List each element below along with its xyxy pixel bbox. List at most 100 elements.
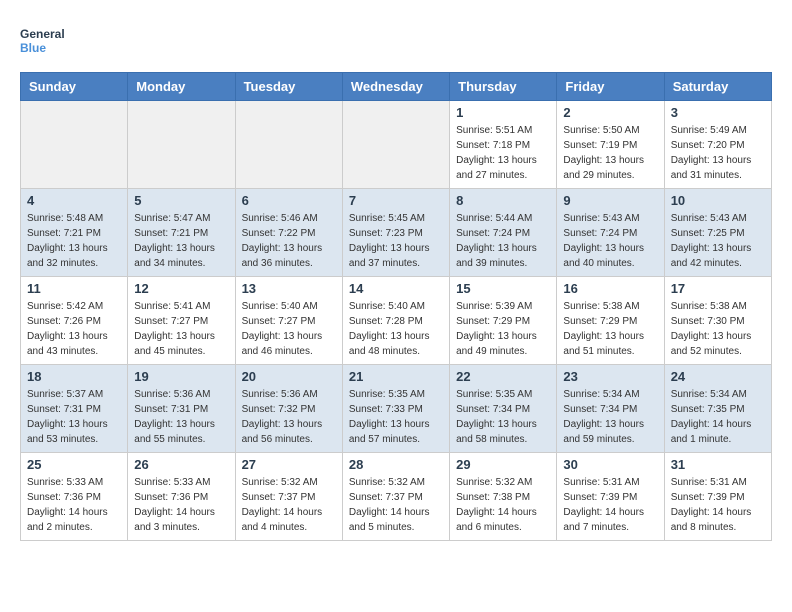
logo-graphic: General Blue <box>20 20 70 62</box>
day-cell: 25Sunrise: 5:33 AM Sunset: 7:36 PM Dayli… <box>21 453 128 541</box>
day-cell: 17Sunrise: 5:38 AM Sunset: 7:30 PM Dayli… <box>664 277 771 365</box>
day-number: 27 <box>242 457 336 472</box>
header-cell-wednesday: Wednesday <box>342 73 449 101</box>
day-info: Sunrise: 5:33 AM Sunset: 7:36 PM Dayligh… <box>134 475 228 535</box>
day-cell: 13Sunrise: 5:40 AM Sunset: 7:27 PM Dayli… <box>235 277 342 365</box>
day-number: 12 <box>134 281 228 296</box>
day-number: 18 <box>27 369 121 384</box>
day-cell: 23Sunrise: 5:34 AM Sunset: 7:34 PM Dayli… <box>557 365 664 453</box>
day-info: Sunrise: 5:38 AM Sunset: 7:29 PM Dayligh… <box>563 299 657 359</box>
day-info: Sunrise: 5:46 AM Sunset: 7:22 PM Dayligh… <box>242 211 336 271</box>
header-cell-saturday: Saturday <box>664 73 771 101</box>
day-info: Sunrise: 5:48 AM Sunset: 7:21 PM Dayligh… <box>27 211 121 271</box>
day-cell: 5 Sunrise: 5:47 AM Sunset: 7:21 PM Daylig… <box>128 189 235 277</box>
svg-text:Blue: Blue <box>20 41 46 55</box>
day-info: Sunrise: 5:36 AM Sunset: 7:32 PM Dayligh… <box>242 387 336 447</box>
day-number: 23 <box>563 369 657 384</box>
day-cell: 31Sunrise: 5:31 AM Sunset: 7:39 PM Dayli… <box>664 453 771 541</box>
day-cell <box>128 101 235 189</box>
day-cell: 16Sunrise: 5:38 AM Sunset: 7:29 PM Dayli… <box>557 277 664 365</box>
header-cell-tuesday: Tuesday <box>235 73 342 101</box>
day-cell: 7Sunrise: 5:45 AM Sunset: 7:23 PM Daylig… <box>342 189 449 277</box>
day-info: Sunrise: 5:35 AM Sunset: 7:34 PM Dayligh… <box>456 387 550 447</box>
day-number: 25 <box>27 457 121 472</box>
day-info: Sunrise: 5:49 AM Sunset: 7:20 PM Dayligh… <box>671 123 765 183</box>
day-info: Sunrise: 5:51 AM Sunset: 7:18 PM Dayligh… <box>456 123 550 183</box>
svg-text:General: General <box>20 27 65 41</box>
header-cell-friday: Friday <box>557 73 664 101</box>
day-cell: 3 Sunrise: 5:49 AM Sunset: 7:20 PM Daylig… <box>664 101 771 189</box>
day-cell: 27 Sunrise: 5:32 AM Sunset: 7:37 PM Dayli… <box>235 453 342 541</box>
day-info: Sunrise: 5:37 AM Sunset: 7:31 PM Dayligh… <box>27 387 121 447</box>
day-cell: 22 Sunrise: 5:35 AM Sunset: 7:34 PM Dayli… <box>450 365 557 453</box>
header-cell-monday: Monday <box>128 73 235 101</box>
day-info: Sunrise: 5:43 AM Sunset: 7:25 PM Dayligh… <box>671 211 765 271</box>
calendar-table: SundayMondayTuesdayWednesdayThursdayFrid… <box>20 72 772 541</box>
day-number: 14 <box>349 281 443 296</box>
day-cell: 14 Sunrise: 5:40 AM Sunset: 7:28 PM Dayli… <box>342 277 449 365</box>
day-number: 29 <box>456 457 550 472</box>
day-info: Sunrise: 5:34 AM Sunset: 7:35 PM Dayligh… <box>671 387 765 447</box>
day-number: 9 <box>563 193 657 208</box>
day-number: 22 <box>456 369 550 384</box>
day-number: 24 <box>671 369 765 384</box>
day-cell: 4 Sunrise: 5:48 AM Sunset: 7:21 PM Daylig… <box>21 189 128 277</box>
day-info: Sunrise: 5:31 AM Sunset: 7:39 PM Dayligh… <box>563 475 657 535</box>
logo-svg: General Blue <box>20 20 70 62</box>
day-cell: 15 Sunrise: 5:39 AM Sunset: 7:29 PM Dayli… <box>450 277 557 365</box>
day-number: 13 <box>242 281 336 296</box>
day-cell: 18 Sunrise: 5:37 AM Sunset: 7:31 PM Dayli… <box>21 365 128 453</box>
week-row-5: 25 Sunrise: 5:33 AM Sunset: 7:36 PM Dayli… <box>21 453 772 541</box>
day-cell: 9 Sunrise: 5:43 AM Sunset: 7:24 PM Daylig… <box>557 189 664 277</box>
day-number: 11 <box>27 281 121 296</box>
day-info: Sunrise: 5:32 AM Sunset: 7:37 PM Dayligh… <box>349 475 443 535</box>
day-number: 30 <box>563 457 657 472</box>
day-number: 3 <box>671 105 765 120</box>
day-info: Sunrise: 5:35 AM Sunset: 7:33 PM Dayligh… <box>349 387 443 447</box>
day-cell: 6Sunrise: 5:46 AM Sunset: 7:22 PM Daylig… <box>235 189 342 277</box>
day-cell: 29 Sunrise: 5:32 AM Sunset: 7:38 PM Dayli… <box>450 453 557 541</box>
day-cell: 19 Sunrise: 5:36 AM Sunset: 7:31 PM Dayli… <box>128 365 235 453</box>
day-info: Sunrise: 5:36 AM Sunset: 7:31 PM Dayligh… <box>134 387 228 447</box>
day-cell: 28Sunrise: 5:32 AM Sunset: 7:37 PM Dayli… <box>342 453 449 541</box>
day-cell: 30 Sunrise: 5:31 AM Sunset: 7:39 PM Dayli… <box>557 453 664 541</box>
day-number: 26 <box>134 457 228 472</box>
day-number: 1 <box>456 105 550 120</box>
day-info: Sunrise: 5:47 AM Sunset: 7:21 PM Dayligh… <box>134 211 228 271</box>
day-info: Sunrise: 5:42 AM Sunset: 7:26 PM Dayligh… <box>27 299 121 359</box>
logo: General Blue <box>20 20 70 62</box>
header-cell-sunday: Sunday <box>21 73 128 101</box>
day-number: 4 <box>27 193 121 208</box>
day-cell: 2 Sunrise: 5:50 AM Sunset: 7:19 PM Daylig… <box>557 101 664 189</box>
day-number: 2 <box>563 105 657 120</box>
day-cell: 21 Sunrise: 5:35 AM Sunset: 7:33 PM Dayli… <box>342 365 449 453</box>
day-number: 19 <box>134 369 228 384</box>
day-number: 20 <box>242 369 336 384</box>
day-info: Sunrise: 5:39 AM Sunset: 7:29 PM Dayligh… <box>456 299 550 359</box>
day-info: Sunrise: 5:32 AM Sunset: 7:38 PM Dayligh… <box>456 475 550 535</box>
header-row: SundayMondayTuesdayWednesdayThursdayFrid… <box>21 73 772 101</box>
day-number: 21 <box>349 369 443 384</box>
header-cell-thursday: Thursday <box>450 73 557 101</box>
day-cell <box>21 101 128 189</box>
day-cell: 12 Sunrise: 5:41 AM Sunset: 7:27 PM Dayli… <box>128 277 235 365</box>
day-number: 17 <box>671 281 765 296</box>
day-info: Sunrise: 5:40 AM Sunset: 7:28 PM Dayligh… <box>349 299 443 359</box>
week-row-2: 4 Sunrise: 5:48 AM Sunset: 7:21 PM Daylig… <box>21 189 772 277</box>
page-header: General Blue <box>20 20 772 62</box>
day-number: 15 <box>456 281 550 296</box>
day-number: 8 <box>456 193 550 208</box>
day-info: Sunrise: 5:43 AM Sunset: 7:24 PM Dayligh… <box>563 211 657 271</box>
day-cell <box>342 101 449 189</box>
day-info: Sunrise: 5:32 AM Sunset: 7:37 PM Dayligh… <box>242 475 336 535</box>
week-row-4: 18 Sunrise: 5:37 AM Sunset: 7:31 PM Dayli… <box>21 365 772 453</box>
day-cell: 24 Sunrise: 5:34 AM Sunset: 7:35 PM Dayli… <box>664 365 771 453</box>
day-info: Sunrise: 5:50 AM Sunset: 7:19 PM Dayligh… <box>563 123 657 183</box>
day-number: 31 <box>671 457 765 472</box>
day-info: Sunrise: 5:41 AM Sunset: 7:27 PM Dayligh… <box>134 299 228 359</box>
day-cell: 8 Sunrise: 5:44 AM Sunset: 7:24 PM Daylig… <box>450 189 557 277</box>
day-number: 5 <box>134 193 228 208</box>
week-row-3: 11 Sunrise: 5:42 AM Sunset: 7:26 PM Dayli… <box>21 277 772 365</box>
day-cell: 1 Sunrise: 5:51 AM Sunset: 7:18 PM Daylig… <box>450 101 557 189</box>
day-info: Sunrise: 5:44 AM Sunset: 7:24 PM Dayligh… <box>456 211 550 271</box>
